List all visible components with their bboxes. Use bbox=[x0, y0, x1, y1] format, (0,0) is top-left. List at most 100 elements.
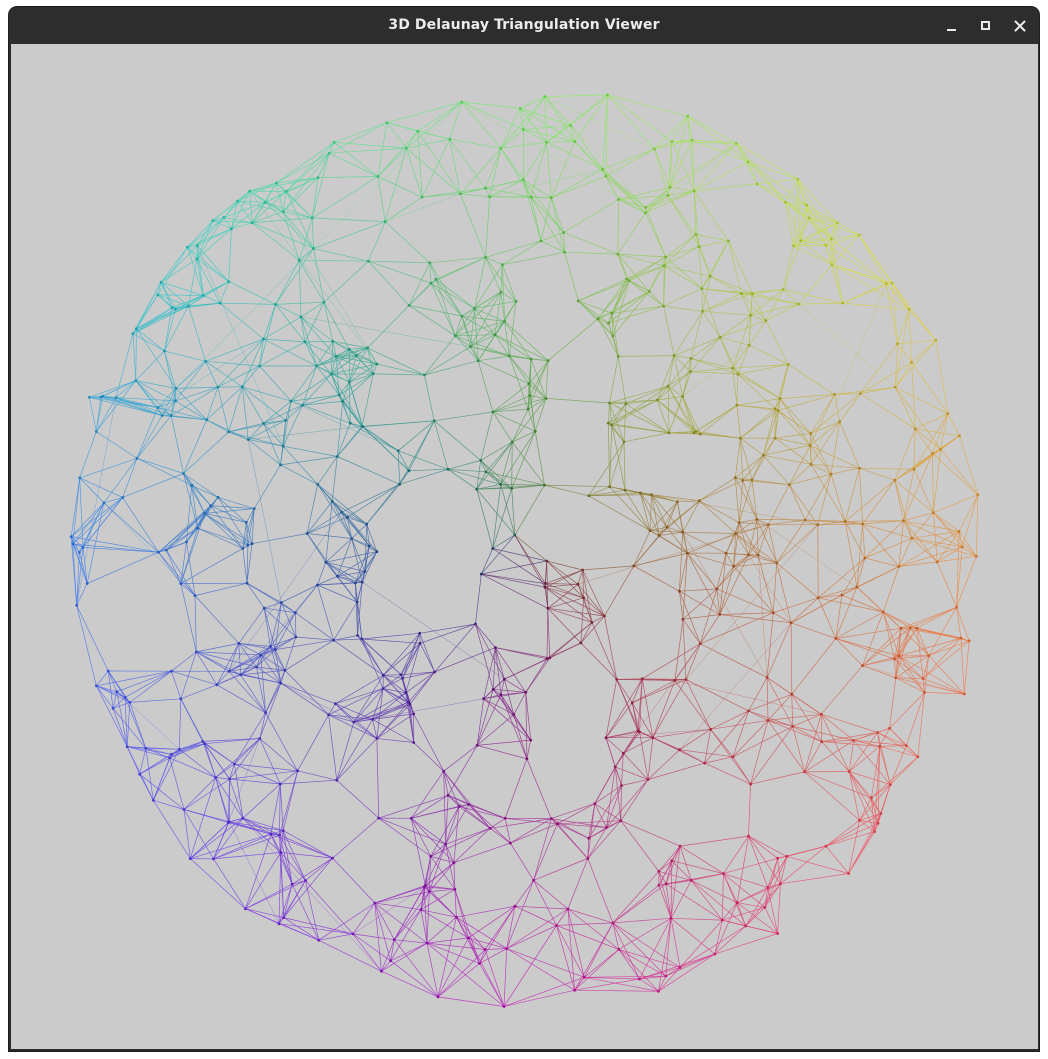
mesh-edge bbox=[820, 665, 863, 715]
mesh-vertex bbox=[331, 856, 334, 860]
close-button[interactable] bbox=[1007, 13, 1033, 39]
mesh-vertex bbox=[778, 397, 782, 400]
mesh-vertex bbox=[700, 287, 704, 290]
mesh-edge bbox=[280, 682, 336, 705]
mesh-vertex bbox=[684, 678, 688, 681]
mesh-edge bbox=[740, 437, 764, 456]
mesh-edge bbox=[790, 622, 793, 695]
mesh-edge bbox=[790, 622, 836, 639]
mesh-vertex bbox=[569, 124, 573, 127]
mesh-edge bbox=[347, 484, 400, 518]
mesh-vertex bbox=[269, 832, 273, 836]
mesh-vertex bbox=[824, 844, 828, 848]
mesh-vertex bbox=[698, 642, 702, 646]
mesh-vertex bbox=[352, 720, 356, 724]
mesh-edge bbox=[183, 431, 229, 474]
mesh-vertex bbox=[284, 419, 287, 422]
mesh-vertex bbox=[453, 334, 457, 338]
mesh-edge bbox=[331, 501, 353, 539]
mesh-edge bbox=[615, 766, 649, 780]
mesh-edge bbox=[693, 190, 729, 242]
mesh-edge bbox=[913, 413, 949, 470]
mesh-edge bbox=[673, 311, 703, 356]
mesh-vertex bbox=[890, 281, 894, 285]
mesh-edge bbox=[748, 677, 768, 712]
mesh-vertex bbox=[218, 301, 222, 305]
mesh-vertex bbox=[408, 702, 412, 706]
mesh-edge bbox=[645, 187, 671, 214]
mesh-vertex bbox=[709, 727, 712, 731]
mesh-vertex bbox=[263, 200, 267, 204]
mesh-vertex bbox=[653, 147, 656, 151]
render-viewport[interactable] bbox=[10, 44, 1039, 1050]
mesh-vertex bbox=[755, 517, 759, 521]
mesh-edge bbox=[748, 293, 753, 346]
mesh-vertex bbox=[452, 861, 456, 865]
mesh-edge bbox=[526, 740, 532, 759]
mesh-edge bbox=[723, 873, 766, 908]
mesh-vertex bbox=[513, 533, 517, 537]
mesh-vertex bbox=[555, 924, 558, 927]
mesh-edge bbox=[135, 350, 165, 381]
mesh-vertex bbox=[385, 121, 389, 125]
mesh-vertex bbox=[355, 600, 359, 604]
mesh-vertex bbox=[363, 570, 367, 573]
mesh-vertex bbox=[227, 280, 231, 283]
mesh-vertex bbox=[237, 642, 241, 645]
mesh-edge bbox=[435, 279, 475, 309]
mesh-edge bbox=[776, 562, 792, 623]
mesh-vertex bbox=[621, 751, 625, 755]
mesh-vertex bbox=[514, 300, 518, 303]
mesh-vertex bbox=[873, 830, 876, 834]
title-bar[interactable]: 3D Delaunay Triangulation Viewer bbox=[9, 7, 1039, 44]
mesh-edge bbox=[859, 467, 895, 481]
mesh-vertex bbox=[195, 257, 199, 261]
mesh-edge bbox=[489, 196, 552, 199]
mesh-vertex bbox=[360, 580, 364, 584]
mesh-edge bbox=[213, 852, 281, 860]
mesh-edge bbox=[248, 420, 286, 440]
mesh-vertex bbox=[747, 553, 750, 557]
mesh-edge bbox=[914, 428, 933, 454]
mesh-edge bbox=[618, 949, 681, 968]
mesh-vertex bbox=[457, 805, 461, 808]
mesh-vertex bbox=[407, 469, 411, 473]
mesh-edge bbox=[455, 334, 496, 337]
mesh-edge bbox=[578, 300, 613, 314]
mesh-edge bbox=[544, 484, 610, 488]
mesh-edge bbox=[903, 512, 934, 522]
mesh-edge bbox=[183, 809, 191, 859]
mesh-edge bbox=[337, 426, 364, 457]
mesh-vertex bbox=[433, 670, 436, 674]
mesh-edge bbox=[374, 902, 428, 944]
mesh-vertex bbox=[95, 684, 98, 688]
delaunay-mesh[interactable] bbox=[11, 44, 1038, 1049]
mesh-edge bbox=[663, 305, 703, 312]
mesh-edge bbox=[183, 419, 208, 474]
mesh-edge bbox=[546, 560, 584, 599]
mesh-edge bbox=[259, 365, 292, 402]
mesh-edge bbox=[325, 551, 377, 563]
mesh-edge bbox=[489, 828, 511, 844]
mesh-edge bbox=[750, 720, 769, 785]
mesh-edge bbox=[597, 291, 650, 320]
mesh-vertex bbox=[299, 315, 303, 319]
mesh-edge bbox=[417, 131, 423, 198]
mesh-vertex bbox=[483, 948, 487, 951]
mesh-edge bbox=[187, 228, 232, 248]
mesh-vertex bbox=[484, 470, 488, 474]
mesh-vertex bbox=[250, 542, 254, 546]
mesh-edge bbox=[574, 949, 620, 991]
mesh-edge bbox=[300, 316, 337, 357]
mesh-vertex bbox=[404, 146, 408, 150]
mesh-edge bbox=[362, 581, 505, 680]
mesh-vertex bbox=[473, 307, 476, 310]
maximize-button[interactable] bbox=[973, 13, 999, 39]
minimize-button[interactable] bbox=[939, 13, 965, 39]
mesh-vertex bbox=[529, 357, 533, 361]
mesh-vertex bbox=[921, 677, 925, 680]
mesh-vertex bbox=[331, 340, 335, 343]
mesh-vertex bbox=[689, 879, 693, 882]
mesh-edge bbox=[158, 505, 211, 553]
mesh-edge bbox=[302, 404, 351, 424]
